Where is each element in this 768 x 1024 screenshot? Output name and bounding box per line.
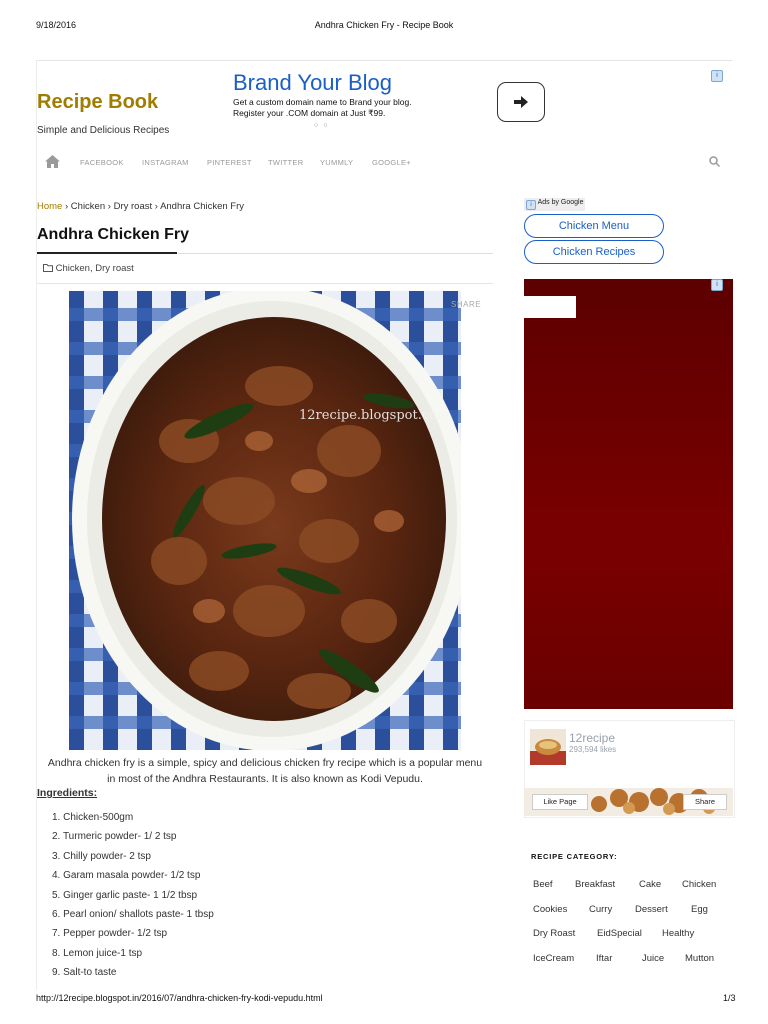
ad-text-line-2: Register your .COM domain at Just ₹99. xyxy=(233,108,386,118)
category-tag-juice[interactable]: Juice xyxy=(642,953,664,964)
chicken-menu-link[interactable]: Chicken Menu xyxy=(524,214,664,238)
sidebar-ad-box xyxy=(524,296,576,318)
breadcrumb-separator: › xyxy=(64,201,69,212)
title-divider xyxy=(178,253,493,254)
facebook-share-label: Share xyxy=(694,797,715,806)
category-tag-cookies[interactable]: Cookies xyxy=(533,904,567,915)
facebook-like-count: 293,594 likes xyxy=(569,745,617,754)
post-intro-line-2: in most of the Andhra Restaurants. It is… xyxy=(107,773,423,785)
ingredient-item: 9. Salt-to taste xyxy=(52,967,117,979)
print-page-number: 1/3 xyxy=(723,993,736,1003)
top-divider xyxy=(36,60,732,61)
post-title: Andhra Chicken Fry xyxy=(37,226,190,243)
category-tag-dessert[interactable]: Dessert xyxy=(635,904,668,915)
facebook-cover: Like Page Share xyxy=(524,788,733,816)
arrow-right-icon xyxy=(514,96,528,108)
facebook-page-name[interactable]: 12recipe xyxy=(569,731,615,745)
ingredient-item: 5. Ginger garlic paste- 1 1/2 tbsp xyxy=(52,889,198,901)
left-border xyxy=(36,60,37,990)
photo-watermark: 12recipe.blogspot.com xyxy=(299,408,449,423)
ad-info-icon: i xyxy=(526,200,536,210)
breadcrumb-current: Andhra Chicken Fry xyxy=(160,201,245,212)
ingredient-item: 8. Lemon juice-1 tsp xyxy=(52,947,143,959)
category-tag-mutton[interactable]: Mutton xyxy=(685,953,714,964)
category-tag-healthy[interactable]: Healthy xyxy=(662,928,694,939)
search-icon[interactable] xyxy=(709,156,720,167)
nav-facebook[interactable]: FACEBOOK xyxy=(80,158,124,167)
ad-carousel-dots[interactable]: ○○ xyxy=(314,122,332,129)
facebook-page-avatar[interactable] xyxy=(530,729,566,765)
ad-text-line-1: Get a custom domain name to Brand your b… xyxy=(233,97,412,107)
print-url: http://12recipe.blogspot.in/2016/07/andh… xyxy=(36,993,323,1003)
category-tag-chicken[interactable]: Chicken xyxy=(682,879,716,890)
breadcrumb-separator: › xyxy=(154,201,158,212)
nav-google-plus[interactable]: GOOGLE+ xyxy=(372,158,411,167)
home-icon[interactable] xyxy=(45,155,60,168)
category-tag-eidspecial[interactable]: EidSpecial xyxy=(597,928,642,939)
ingredients-list: 1. Chicken-500gm 2. Turmeric powder- 1/ … xyxy=(52,812,214,987)
ad-go-button[interactable] xyxy=(497,82,545,122)
category-tag-icecream[interactable]: IceCream xyxy=(533,953,574,964)
ingredient-item: 3. Chilly powder- 2 tsp xyxy=(52,850,151,862)
post-categories-text[interactable]: Chicken, Dry roast xyxy=(56,263,134,274)
category-tag-beef[interactable]: Beef xyxy=(533,879,553,890)
recipe-photo: 12recipe.blogspot.com xyxy=(69,291,461,750)
breadcrumb-home[interactable]: Home xyxy=(37,201,62,212)
breadcrumb: Home › Chicken › Dry roast › Andhra Chic… xyxy=(37,201,244,212)
ingredient-item: 7. Pepper powder- 1/2 tsp xyxy=(52,928,168,940)
ingredients-heading: Ingredients: xyxy=(37,787,98,799)
nav-twitter[interactable]: TWITTER xyxy=(268,158,303,167)
category-tag-dry-roast[interactable]: Dry Roast xyxy=(533,928,575,939)
category-tag-iftar[interactable]: Iftar xyxy=(596,953,612,964)
ad-info-icon[interactable]: i xyxy=(711,70,723,82)
site-tagline: Simple and Delicious Recipes xyxy=(37,125,170,136)
category-tag-egg[interactable]: Egg xyxy=(691,904,708,915)
category-tag-breakfast[interactable]: Breakfast xyxy=(575,879,615,890)
chicken-recipes-link[interactable]: Chicken Recipes xyxy=(524,240,664,264)
nav-pinterest[interactable]: PINTEREST xyxy=(207,158,252,167)
breadcrumb-dry-roast[interactable]: Dry roast xyxy=(114,201,153,212)
facebook-share-button[interactable]: Share xyxy=(683,794,727,810)
nav-instagram[interactable]: INSTAGRAM xyxy=(142,158,189,167)
breadcrumb-separator: › xyxy=(107,201,111,212)
ad-info-icon[interactable]: i xyxy=(711,279,723,291)
post-intro: Andhra chicken fry is a simple, spicy an… xyxy=(37,755,493,787)
ingredient-item: 4. Garam masala powder- 1/2 tsp xyxy=(52,870,201,882)
breadcrumb-chicken[interactable]: Chicken xyxy=(71,201,105,212)
category-tag-cake[interactable]: Cake xyxy=(639,879,661,890)
categories-divider xyxy=(37,283,493,284)
print-title: Andhra Chicken Fry - Recipe Book xyxy=(314,20,454,30)
ads-by-google-label[interactable]: i Ads by Google xyxy=(524,198,586,211)
ingredient-item: 1. Chicken-500gm xyxy=(52,812,134,823)
facebook-like-page-label: Like Page xyxy=(543,797,577,806)
ads-by-google-text: Ads by Google xyxy=(537,199,584,206)
folder-icon xyxy=(43,264,53,272)
recipe-category-heading: RECIPE CATEGORY: xyxy=(531,852,618,861)
site-title[interactable]: Recipe Book xyxy=(37,91,158,114)
post-categories: Chicken, Dry roast xyxy=(43,263,134,274)
share-button[interactable]: SHARE xyxy=(451,300,481,309)
title-underline xyxy=(37,252,177,254)
ad-headline[interactable]: Brand Your Blog xyxy=(233,70,392,96)
sidebar-ad[interactable] xyxy=(524,279,733,709)
post-intro-line-1: Andhra chicken fry is a simple, spicy an… xyxy=(47,757,483,769)
category-tag-curry[interactable]: Curry xyxy=(589,904,612,915)
facebook-like-page-button[interactable]: Like Page xyxy=(532,794,588,810)
nav-yummly[interactable]: YUMMLY xyxy=(320,158,353,167)
ingredient-item: 2. Turmeric powder- 1/ 2 tsp xyxy=(52,831,177,843)
ingredient-item: 6. Pearl onion/ shallots paste- 1 tbsp xyxy=(52,908,214,920)
main-nav: FACEBOOK INSTAGRAM PINTEREST TWITTER YUM… xyxy=(36,154,732,172)
